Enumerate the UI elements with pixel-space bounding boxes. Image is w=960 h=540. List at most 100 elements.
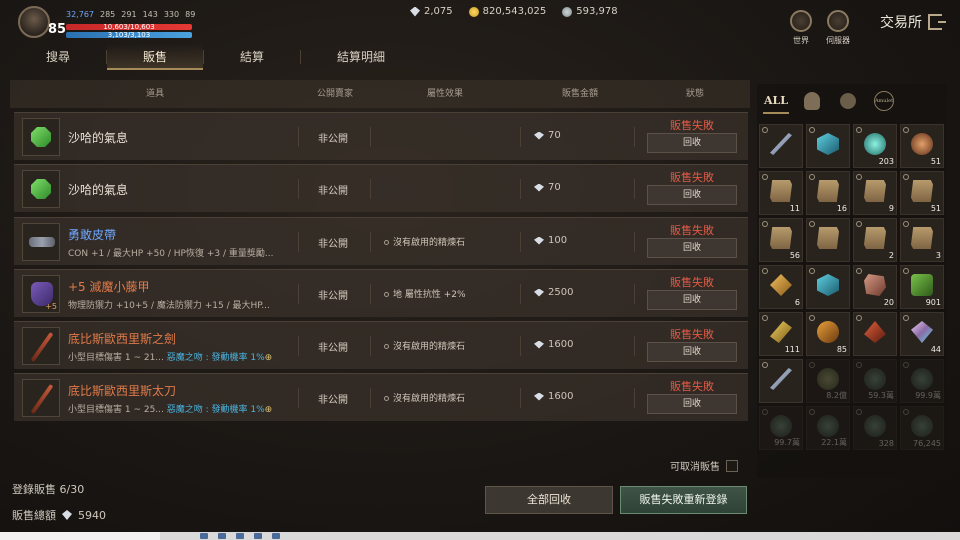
tab-settle[interactable]: 結算 [204,44,300,70]
column-divider [634,127,635,147]
inventory-slot[interactable] [806,124,850,168]
slot-mark-icon [903,315,909,321]
inventory-slot[interactable]: 99.7萬 [759,406,803,450]
inventory-tab-consumable[interactable] [835,88,861,114]
price-value: 70 [548,130,561,141]
stat-1: 285 [100,10,116,19]
refine-stone-icon [384,396,389,401]
badge-icon [911,368,933,390]
avatar[interactable] [18,6,50,38]
diamond-amount: 2,075 [424,6,453,17]
recall-button[interactable]: 回收 [647,342,737,362]
diamond-icon [534,340,544,349]
item-icon[interactable]: +5 [22,275,60,313]
server-icon [827,10,849,32]
inventory-slot[interactable]: 76,245 [900,406,944,450]
item-icon[interactable] [22,170,60,208]
inventory-slot[interactable]: 8.2億 [806,359,850,403]
slot-count: 111 [784,345,800,354]
inventory-slot[interactable]: 22.1萬 [806,406,850,450]
magnifier-icon[interactable]: ⊕ [265,353,273,363]
inventory-slot[interactable]: 20 [853,265,897,309]
inventory-slot[interactable] [806,265,850,309]
inventory-slot[interactable]: 203 [853,124,897,168]
slot-count: 2 [888,251,894,260]
inventory-slot[interactable]: 111 [759,312,803,356]
diamond-icon [410,6,420,17]
item-icon[interactable] [22,327,60,365]
scroll-icon [864,180,886,202]
slot-count: 51 [930,204,941,213]
slot-mark-icon [903,409,909,415]
reregister-failed-button[interactable]: 販售失敗重新登錄 [620,486,747,514]
recall-button[interactable]: 回收 [647,133,737,153]
inventory-slot[interactable] [806,218,850,262]
taskbar-search[interactable] [0,532,160,540]
ring-icon [911,133,933,155]
inventory-slot[interactable]: 328 [853,406,897,450]
inventory-slot[interactable]: 2 [853,218,897,262]
inventory-slot[interactable]: 16 [806,171,850,215]
taskbar-app-icon[interactable] [200,533,208,539]
inventory-slot[interactable]: 51 [900,171,944,215]
item-icon[interactable] [22,379,60,417]
recall-button[interactable]: 回收 [647,290,737,310]
slot-count: 16 [836,204,847,213]
inventory-tab-amulet[interactable]: Amulet [871,88,897,114]
exit-icon[interactable] [928,14,946,30]
column-divider [370,336,371,356]
slot-mark-icon [809,315,815,321]
magnifier-icon[interactable]: ⊕ [265,405,273,415]
tab-settle-detail[interactable]: 結算明細 [301,44,421,70]
inventory-slot[interactable] [759,359,803,403]
inventory-slot[interactable]: 56 [759,218,803,262]
taskbar-app-icon[interactable] [218,533,226,539]
currency-gold: 820,543,025 [468,6,546,17]
recall-button[interactable]: 回收 [647,185,737,205]
item-stats-text: CON +1 / 最大HP +50 / HP恢復 +3 / 重量獎勵... [68,249,274,259]
stat-5: 89 [185,10,196,19]
world-button[interactable]: 世界 [790,10,812,46]
tab-search[interactable]: 搜尋 [10,44,106,70]
recall-all-button[interactable]: 全部回收 [485,486,613,514]
inventory-slot[interactable]: 44 [900,312,944,356]
item-name: 底比斯歐西里斯太刀 [68,384,177,398]
cancelable-checkbox[interactable] [726,459,738,472]
refine-stone-icon [384,240,389,245]
inventory-slot[interactable]: 9 [853,171,897,215]
inventory-slot[interactable]: 901 [900,265,944,309]
inventory-slot[interactable] [759,124,803,168]
recall-button[interactable]: 回收 [647,238,737,258]
column-divider [370,127,371,147]
inventory-slot[interactable]: 99.9萬 [900,359,944,403]
inventory-slot[interactable]: 6 [759,265,803,309]
sale-price: 70 [534,182,561,193]
public-seller: 非公開 [318,239,348,250]
inventory-slot[interactable]: 85 [806,312,850,356]
recall-button[interactable]: 回收 [647,394,737,414]
taskbar-app-icon[interactable] [236,533,244,539]
item-icon[interactable] [22,223,60,261]
server-button[interactable]: 伺服器 [826,10,850,46]
taskbar-app-icon[interactable] [254,533,262,539]
item-icon[interactable] [22,118,60,156]
scroll-icon [770,227,792,249]
taskbar-app-icon[interactable] [272,533,280,539]
stat-power: 32,767 [66,10,94,19]
inventory-slot[interactable]: 3 [900,218,944,262]
silver-coin-icon [562,6,573,17]
inventory-slot[interactable] [853,312,897,356]
player-level: 85 [48,22,67,37]
tab-sell[interactable]: 販售 [107,44,203,70]
sale-total: 販售總額 5940 [12,507,106,523]
attr-effect: 沒有啟用的精煉石 [384,391,465,404]
attr-text: 沒有啟用的精煉石 [393,342,466,352]
column-divider [520,127,521,147]
inventory-slot[interactable]: 51 [900,124,944,168]
inventory-slot[interactable]: 59.3萬 [853,359,897,403]
inventory-slot[interactable]: 11 [759,171,803,215]
attr-text: 沒有啟用的精煉石 [393,394,466,404]
refine-stone-icon [384,344,389,349]
inventory-tab-all[interactable]: ALL [763,88,789,114]
inventory-tab-equipment[interactable] [799,88,825,114]
